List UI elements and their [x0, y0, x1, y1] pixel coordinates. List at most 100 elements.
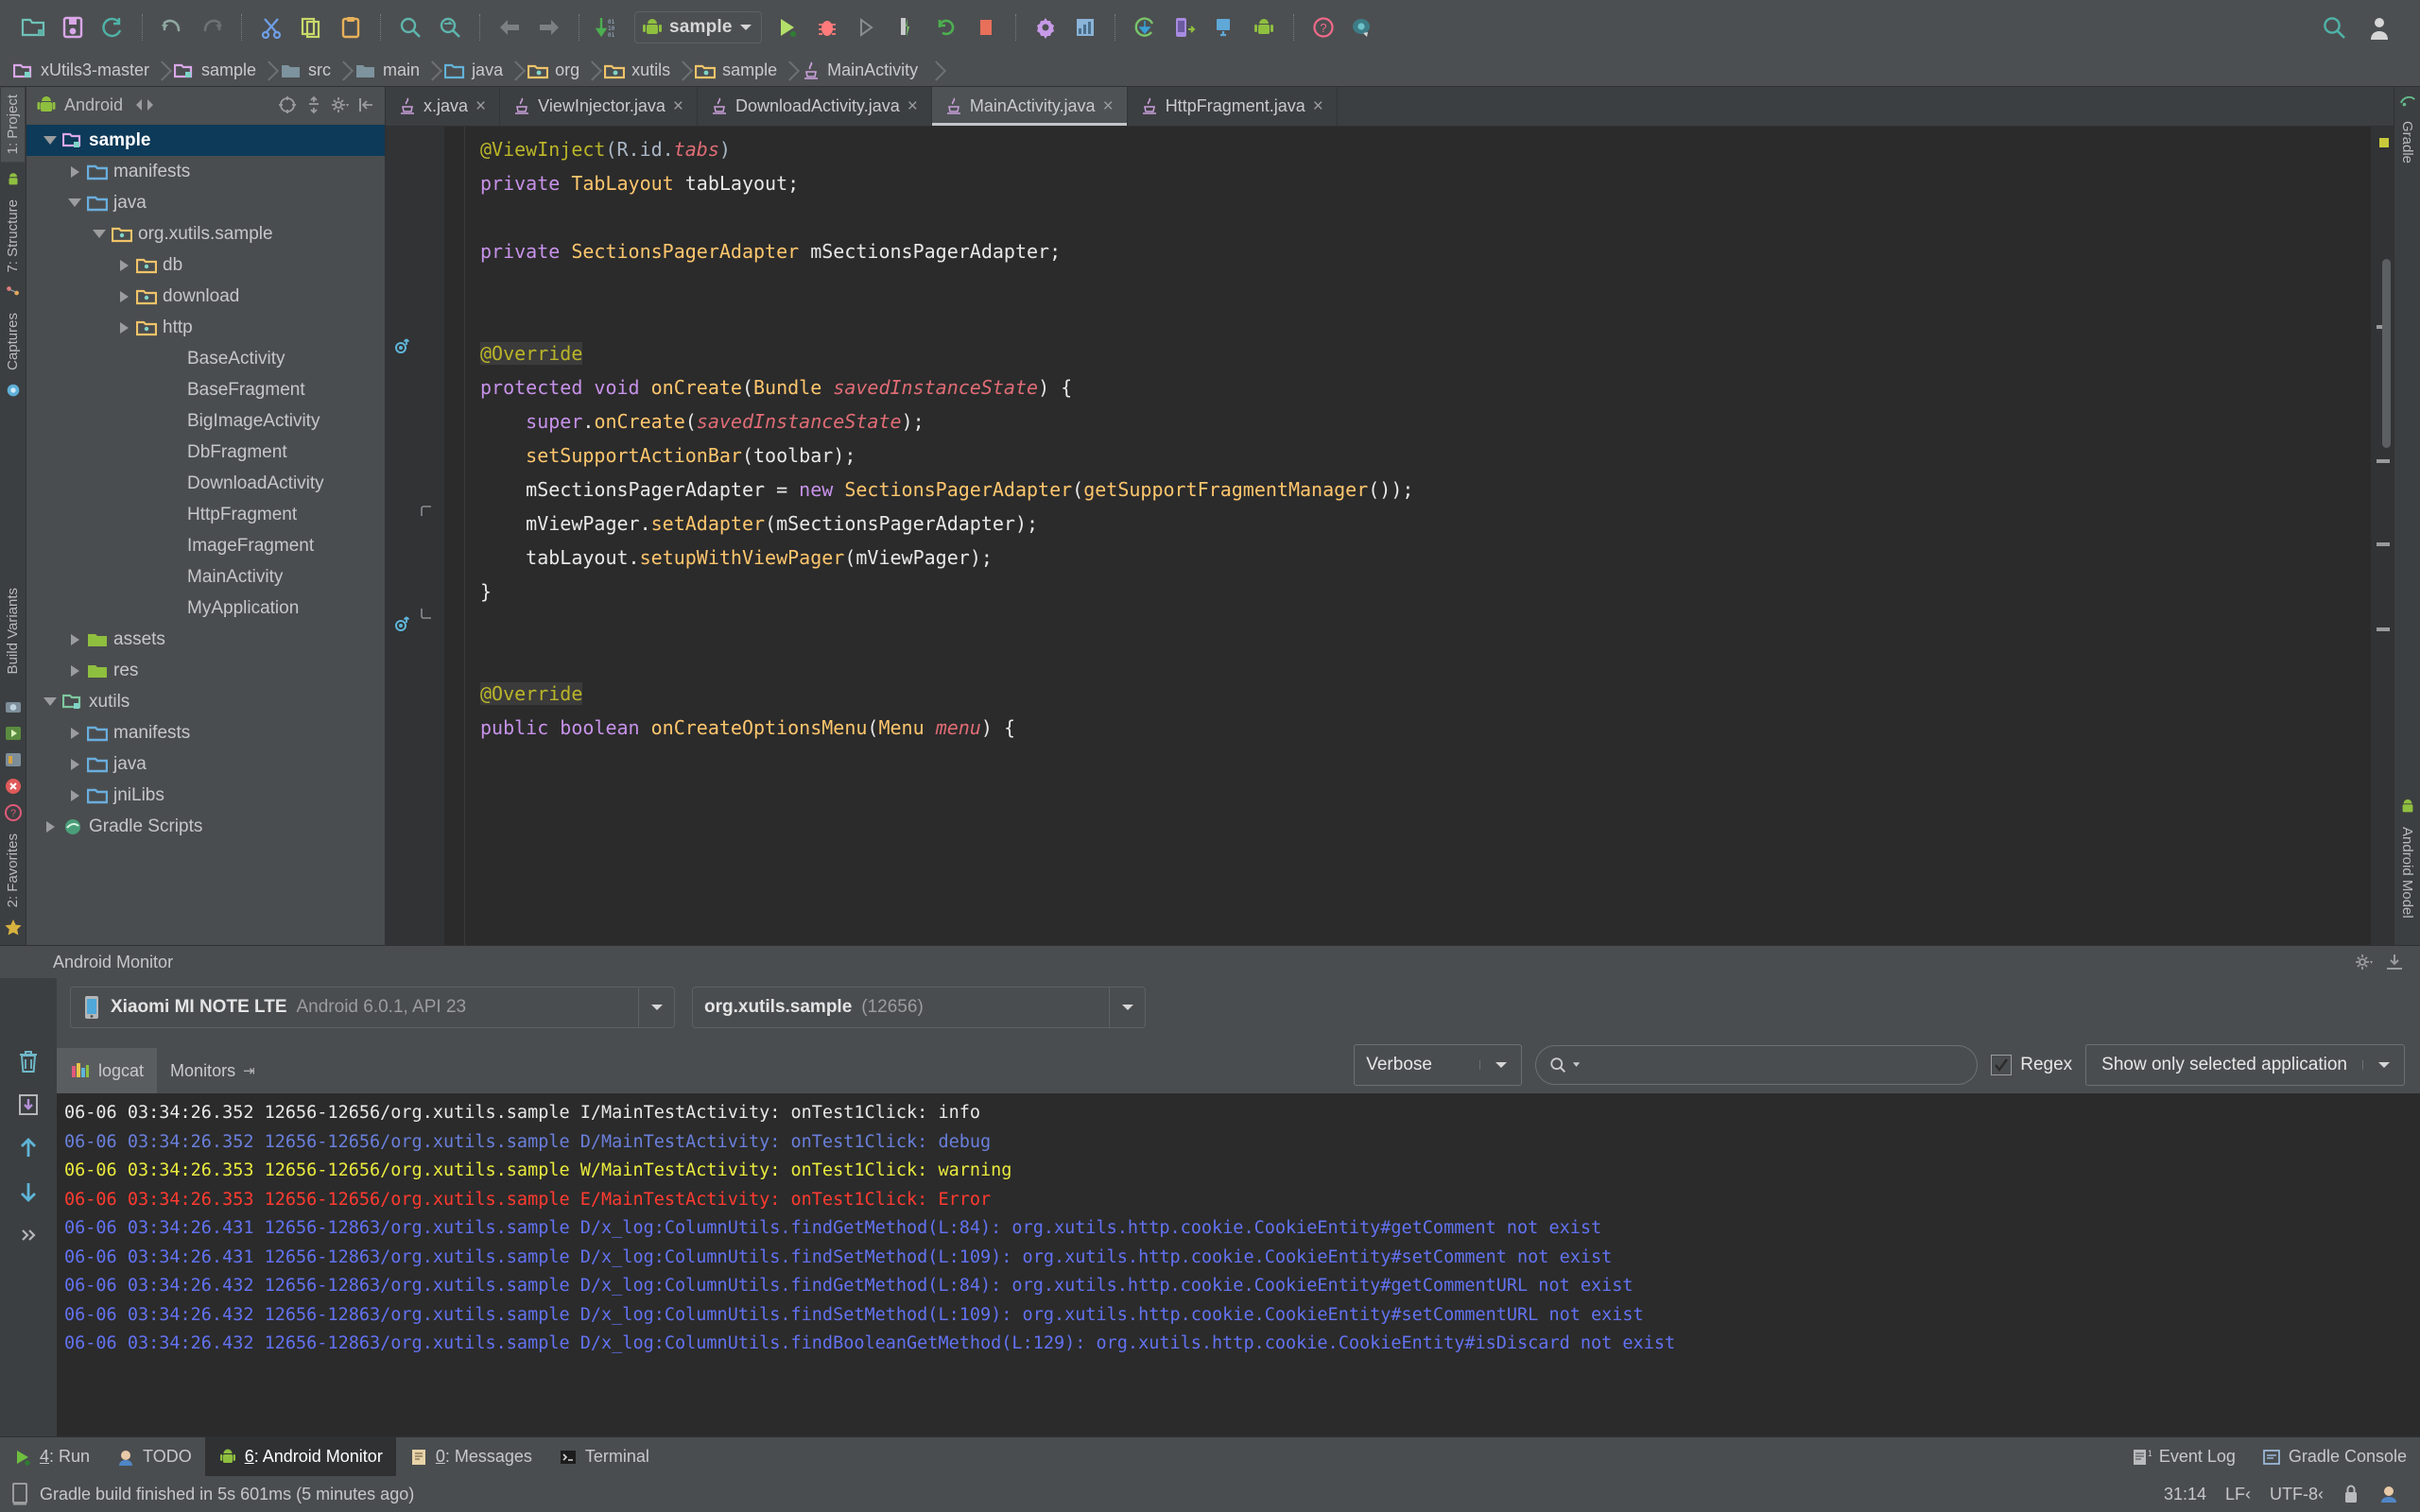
- log-level-selector[interactable]: Verbose: [1354, 1044, 1523, 1086]
- tree-item-sample[interactable]: sample: [26, 125, 385, 156]
- scrollbar-thumb[interactable]: [2382, 259, 2391, 448]
- editor-tab-x-java[interactable]: x.java ×: [386, 87, 501, 126]
- back-icon[interactable]: [490, 9, 529, 46]
- run-step-icon[interactable]: [847, 9, 887, 46]
- more-options-icon[interactable]: [9, 1216, 47, 1254]
- tree-item-basefragment[interactable]: BaseFragment: [26, 374, 385, 405]
- layout-inspector-icon[interactable]: [4, 750, 23, 769]
- caret-position[interactable]: 31:14: [2164, 1485, 2206, 1504]
- sidebar-item-structure[interactable]: 7: Structure: [1, 192, 25, 281]
- breadcrumb-item-main[interactable]: main: [342, 55, 431, 86]
- chevron-down-icon[interactable]: [1479, 1060, 1521, 1070]
- close-icon[interactable]: ×: [1313, 97, 1323, 115]
- paste-icon[interactable]: [331, 9, 371, 46]
- tree-item-bigimageactivity[interactable]: BigImageActivity: [26, 405, 385, 437]
- code-fold-icon[interactable]: [420, 607, 433, 625]
- tree-item-manifests[interactable]: manifests: [26, 156, 385, 187]
- run-configuration-selector[interactable]: sample: [634, 11, 762, 43]
- tree-item-httpfragment[interactable]: HttpFragment: [26, 499, 385, 530]
- chevron-down-icon[interactable]: [40, 692, 60, 713]
- editor-gutter[interactable]: [386, 127, 444, 945]
- chevron-down-icon[interactable]: [1109, 988, 1145, 1027]
- open-folder-icon[interactable]: [13, 9, 53, 46]
- pin-icon[interactable]: ⇥: [243, 1062, 255, 1079]
- chevron-right-icon[interactable]: [64, 661, 85, 681]
- sync-icon[interactable]: [93, 9, 132, 46]
- up-the-stack-icon[interactable]: [9, 1129, 47, 1167]
- line-separator[interactable]: LF‹: [2225, 1485, 2251, 1504]
- expand-arrows-icon[interactable]: [134, 98, 155, 112]
- close-icon[interactable]: ×: [673, 97, 683, 115]
- close-icon[interactable]: ×: [1103, 97, 1114, 115]
- android-device-icon[interactable]: [1244, 9, 1284, 46]
- editor-tab-mainactivity-java[interactable]: MainActivity.java ×: [931, 87, 1128, 126]
- search-history-chevron-icon[interactable]: [1572, 1061, 1581, 1069]
- code-editor[interactable]: @ViewInject(R.id.tabs) private TabLayout …: [386, 127, 2394, 945]
- editor-intention-gutter[interactable]: [444, 127, 838, 945]
- breadcrumb-item-sample[interactable]: sample: [682, 55, 788, 86]
- status-item-gradle-console[interactable]: Gradle Console: [2249, 1437, 2420, 1476]
- logcat-search-input[interactable]: [1586, 1055, 1964, 1075]
- tree-item-jnilibs[interactable]: jniLibs: [26, 780, 385, 811]
- editor-tab-downloadactivity-java[interactable]: DownloadActivity.java ×: [698, 87, 932, 126]
- breadcrumb-item-xutils[interactable]: xutils: [591, 55, 682, 86]
- hide-panel-icon[interactable]: [2382, 950, 2407, 974]
- lock-icon[interactable]: [2342, 1484, 2360, 1504]
- tree-item-res[interactable]: res: [26, 655, 385, 686]
- down-the-stack-icon[interactable]: [9, 1173, 47, 1211]
- run-method-gutter-icon[interactable]: [393, 336, 414, 357]
- tree-item-java[interactable]: java: [26, 748, 385, 780]
- sidebar-item-captures[interactable]: Captures: [1, 305, 25, 378]
- help-icon[interactable]: ?: [1304, 9, 1343, 46]
- chevron-right-icon[interactable]: [40, 816, 60, 837]
- redo-icon[interactable]: [192, 9, 232, 46]
- tree-item-assets[interactable]: assets: [26, 624, 385, 655]
- chevron-down-icon[interactable]: [40, 130, 60, 151]
- sidebar-item-gradle[interactable]: Gradle: [2395, 112, 2419, 173]
- run-method-gutter-icon[interactable]: [393, 614, 414, 635]
- tab-logcat[interactable]: logcat: [57, 1048, 158, 1093]
- project-structure-icon[interactable]: [1065, 9, 1105, 46]
- camera-icon[interactable]: [4, 697, 23, 716]
- chevron-right-icon[interactable]: [64, 162, 85, 182]
- close-icon[interactable]: ×: [475, 97, 486, 115]
- save-all-icon[interactable]: [53, 9, 93, 46]
- tree-item-xutils[interactable]: xutils: [26, 686, 385, 717]
- encoding[interactable]: UTF-8‹: [2270, 1485, 2324, 1504]
- logcat-output[interactable]: 06-06 03:34:26.352 12656-12656/org.xutil…: [57, 1093, 2420, 1436]
- chevron-right-icon[interactable]: [113, 318, 134, 338]
- device-selector[interactable]: Xiaomi MI NOTE LTE Android 6.0.1, API 23: [70, 987, 675, 1028]
- hide-panel-icon[interactable]: [354, 93, 379, 117]
- chevron-down-icon[interactable]: [89, 224, 110, 245]
- status-item-run[interactable]: 4: Run: [0, 1437, 103, 1476]
- replace-icon[interactable]: [430, 9, 470, 46]
- cut-icon[interactable]: [251, 9, 291, 46]
- sdk-manager-icon[interactable]: [1204, 9, 1244, 46]
- editor-tab-httpfragment-java[interactable]: HttpFragment.java ×: [1127, 87, 1338, 126]
- tab-monitors[interactable]: Monitors ⇥: [157, 1048, 268, 1093]
- status-item-todo[interactable]: TODO: [103, 1437, 205, 1476]
- instant-run-icon[interactable]: [887, 9, 926, 46]
- tree-item-imagefragment[interactable]: ImageFragment: [26, 530, 385, 561]
- status-item-event-log[interactable]: 1 Event Log: [2118, 1437, 2249, 1476]
- sync-gradle-icon[interactable]: [1125, 9, 1165, 46]
- close-icon[interactable]: ×: [908, 97, 918, 115]
- checkbox-box[interactable]: [1991, 1055, 2013, 1075]
- error-icon[interactable]: [4, 777, 23, 796]
- tree-item-mainactivity[interactable]: MainActivity: [26, 561, 385, 593]
- settings-icon[interactable]: [1026, 9, 1065, 46]
- chevron-right-icon[interactable]: [113, 255, 134, 276]
- editor-marker-bar[interactable]: [2371, 127, 2394, 945]
- sidebar-item-build-variants[interactable]: Build Variants: [1, 580, 25, 681]
- project-tree[interactable]: sample manifests java org.xutils.sample db do…: [26, 123, 385, 945]
- tree-item-java[interactable]: java: [26, 187, 385, 218]
- chevron-right-icon[interactable]: [64, 723, 85, 744]
- run-icon[interactable]: [768, 9, 807, 46]
- forward-icon[interactable]: [529, 9, 569, 46]
- tree-item-manifests[interactable]: manifests: [26, 717, 385, 748]
- sidebar-item-project[interactable]: 1: Project: [1, 87, 25, 163]
- breadcrumb-item-mainactivity[interactable]: MainActivity: [788, 55, 935, 86]
- collapse-all-icon[interactable]: [302, 93, 326, 117]
- regex-checkbox[interactable]: Regex: [1991, 1055, 2072, 1075]
- chevron-right-icon[interactable]: [64, 785, 85, 806]
